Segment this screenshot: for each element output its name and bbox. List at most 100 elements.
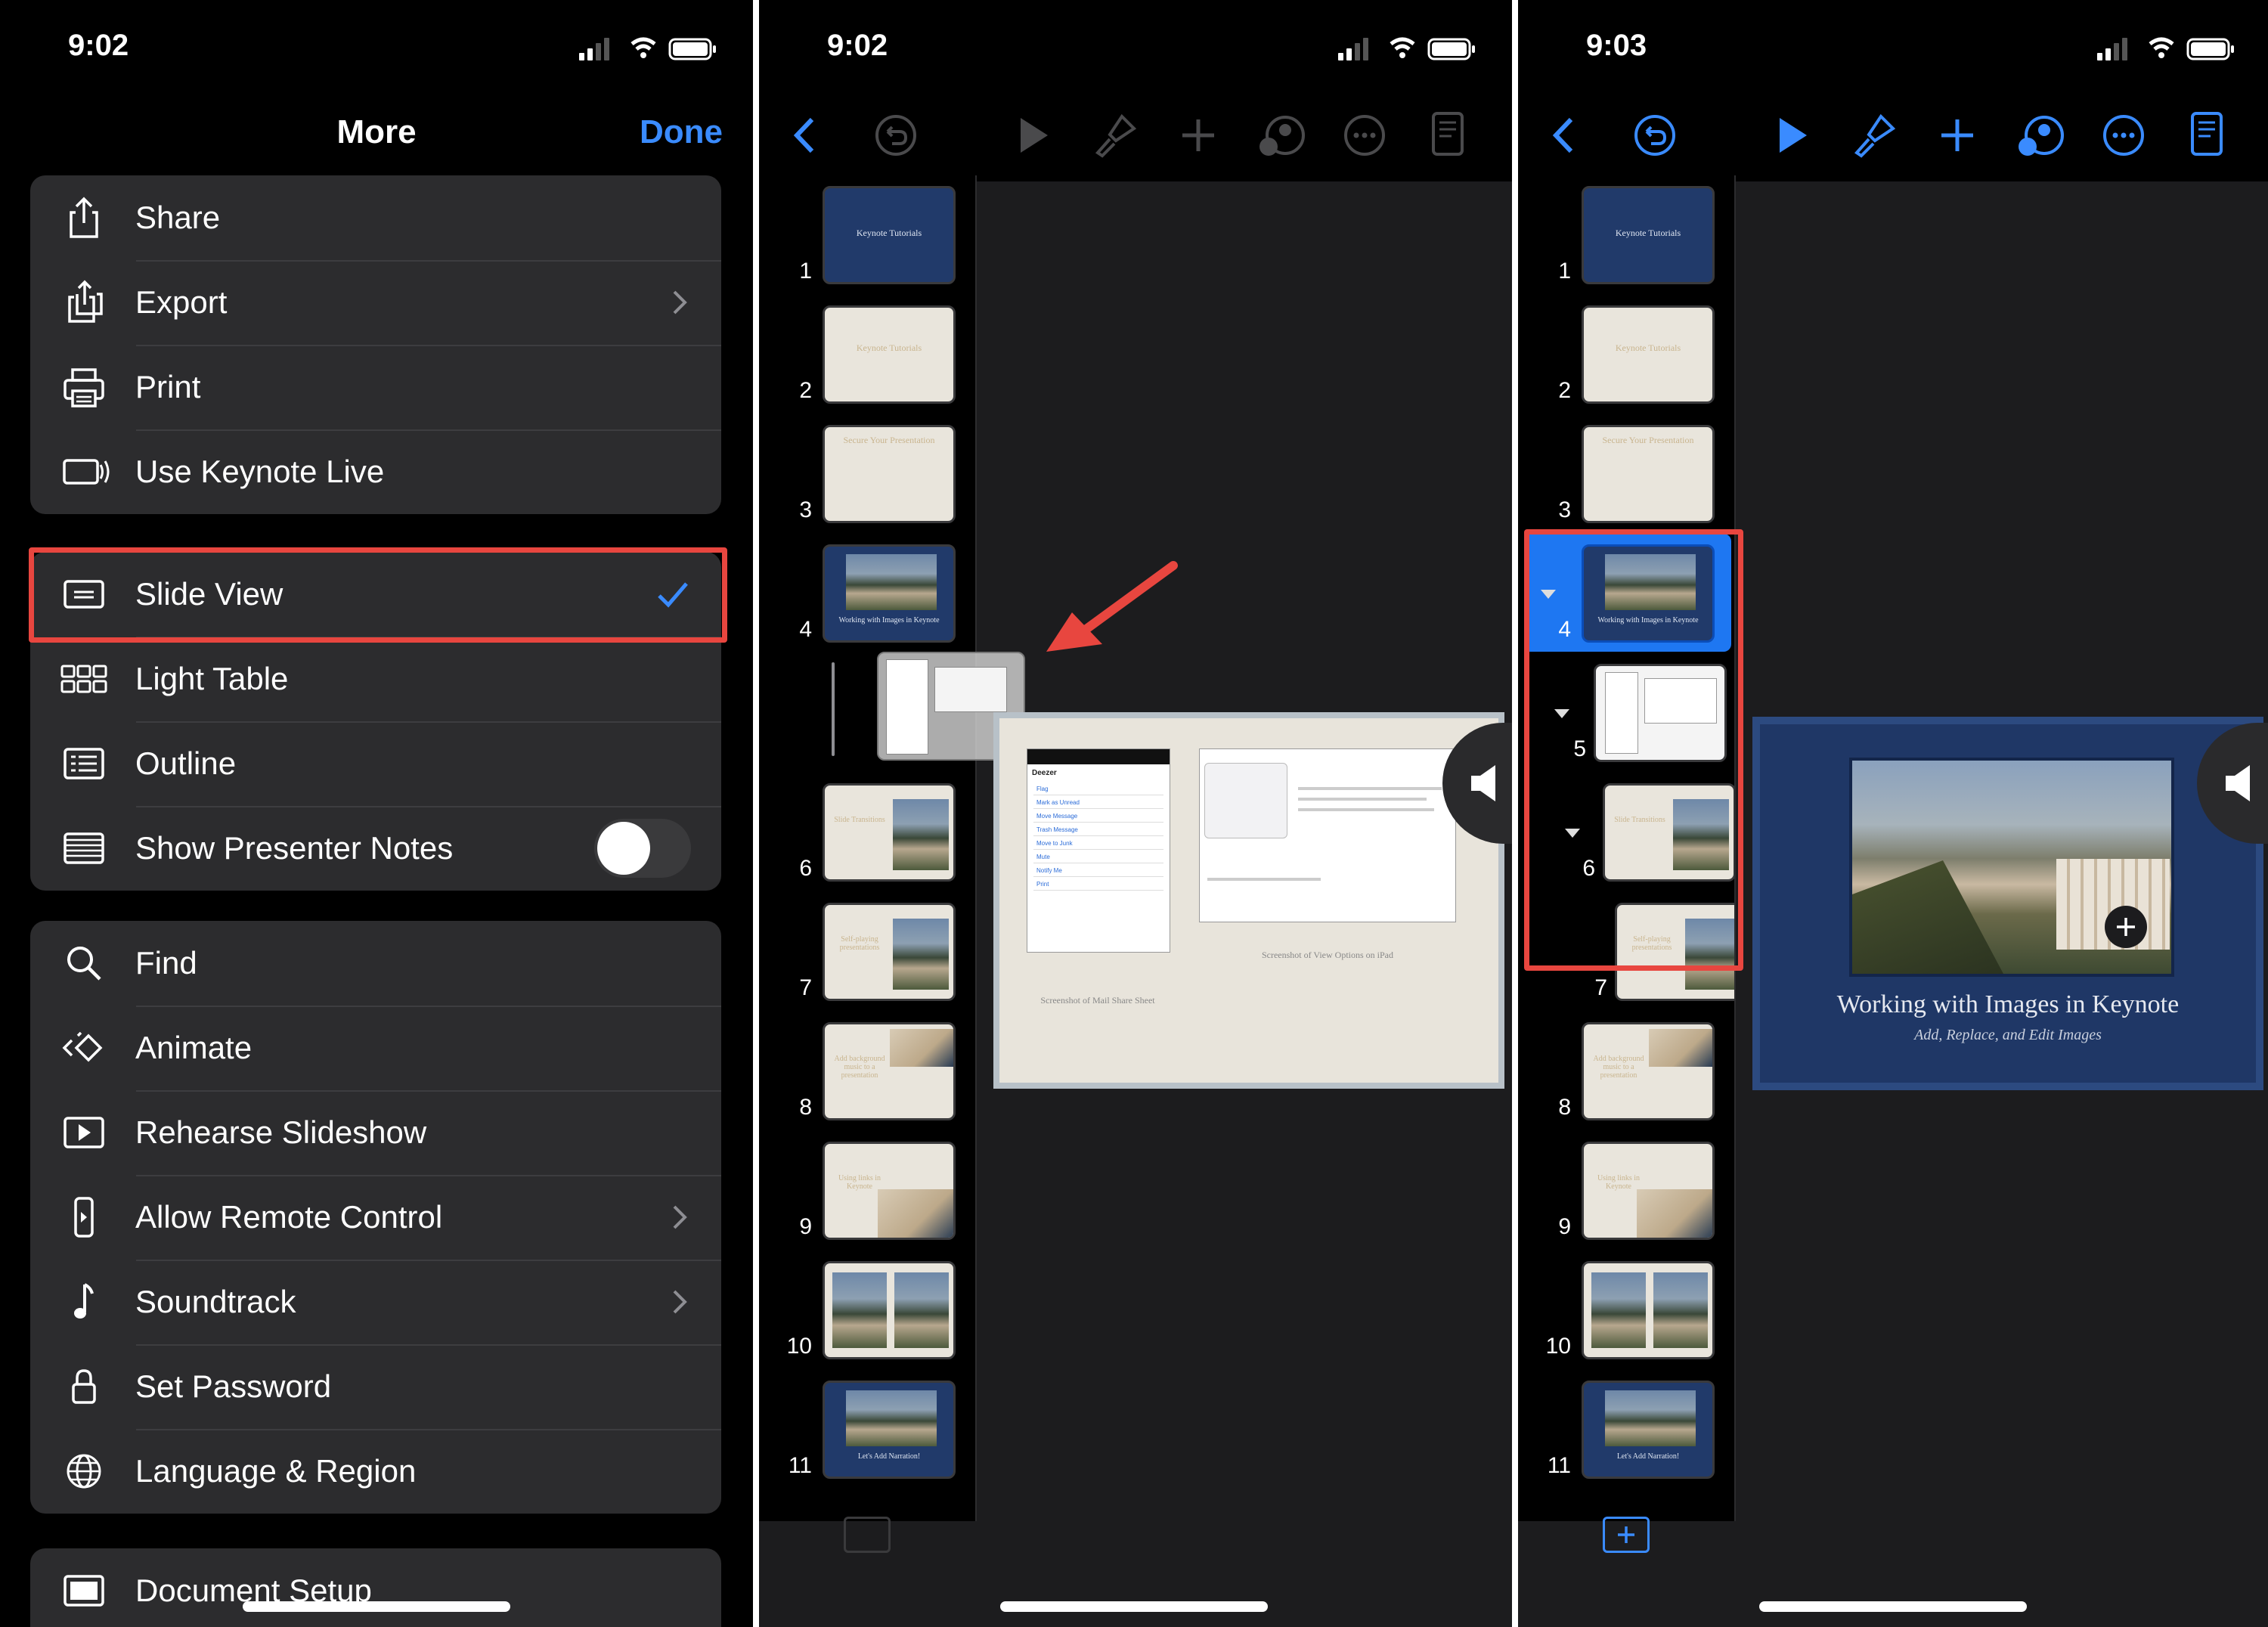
add-slide-button[interactable] bbox=[1603, 1517, 1650, 1553]
mail-action-item: Move Message bbox=[1033, 810, 1163, 823]
highlight-box bbox=[29, 547, 727, 643]
toolbar bbox=[759, 106, 1512, 166]
slide-thumbnail[interactable]: Add background music to a presentation bbox=[823, 1022, 956, 1120]
presenter-notes-toggle[interactable] bbox=[594, 819, 691, 878]
slide-thumbnail[interactable]: Keynote Tutorials bbox=[1582, 186, 1715, 284]
divider bbox=[975, 175, 977, 1521]
undo-icon[interactable] bbox=[869, 109, 922, 162]
mail-action-item: Flag bbox=[1033, 783, 1163, 795]
slide-caption-right: Screenshot of View Options on iPad bbox=[1261, 950, 1394, 960]
slide-thumbnail[interactable] bbox=[1582, 1261, 1715, 1359]
slide-thumbnail[interactable]: Keynote Tutorials bbox=[1582, 305, 1715, 404]
mail-action-item: Trash Message bbox=[1033, 824, 1163, 836]
slide-thumbnail[interactable]: Working with Images in Keynote bbox=[823, 544, 956, 643]
plus-icon[interactable] bbox=[1172, 109, 1225, 162]
lock-icon bbox=[72, 1369, 96, 1404]
add-slide-button[interactable] bbox=[844, 1517, 891, 1553]
slide-subtitle: Add, Replace, and Edit Images bbox=[1914, 1027, 2102, 1043]
menu-item-allow-remote-control[interactable]: Allow Remote Control bbox=[30, 1175, 721, 1260]
slide-canvas[interactable]: Deezer Flag Mark as Unread Move Message Tra… bbox=[993, 712, 1504, 1089]
slide-thumbnail[interactable]: Keynote Tutorials bbox=[823, 186, 956, 284]
thumb-photo bbox=[846, 1390, 937, 1446]
back-chevron-icon[interactable] bbox=[779, 109, 832, 162]
more-ellipsis-icon[interactable] bbox=[1338, 109, 1391, 162]
thumb-title: Keynote Tutorials bbox=[856, 228, 922, 238]
slide-navigator[interactable]: Keynote Tutorials 1 Keynote Tutorials 2 Secu… bbox=[759, 175, 975, 1521]
menu-item-find[interactable]: Find bbox=[30, 921, 721, 1006]
menu-item-use-keynote-live[interactable]: Use Keynote Live bbox=[30, 429, 721, 514]
thumb-photo bbox=[893, 799, 949, 870]
format-brush-icon[interactable] bbox=[1089, 109, 1142, 162]
menu-item-share[interactable]: Share bbox=[30, 175, 721, 260]
thumb-title: Add background music to a presentation bbox=[834, 1055, 885, 1080]
slide-thumbnail[interactable]: Let's Add Narration! bbox=[1582, 1381, 1715, 1479]
mail-action-item: Mark as Unread bbox=[1033, 797, 1163, 809]
remote-icon bbox=[74, 1197, 94, 1238]
menu-item-label: Rehearse Slideshow bbox=[135, 1114, 427, 1150]
status-bar-icons bbox=[2097, 37, 2234, 60]
menu-item-export[interactable]: Export bbox=[30, 260, 721, 345]
thumb-photo bbox=[1637, 1189, 1712, 1238]
collaborate-icon[interactable] bbox=[2014, 109, 2067, 162]
undo-icon[interactable] bbox=[1628, 109, 1681, 162]
slide-thumbnail[interactable]: Secure Your Presentation bbox=[823, 425, 956, 523]
menu-item-animate[interactable]: Animate bbox=[30, 1006, 721, 1090]
slide-thumbnail[interactable] bbox=[823, 1261, 956, 1359]
menu-item-rehearse-slideshow[interactable]: Rehearse Slideshow bbox=[30, 1090, 721, 1175]
thumb-photo bbox=[832, 1272, 887, 1348]
slide-number: 11 bbox=[788, 1453, 812, 1478]
slide-number: 1 bbox=[1558, 259, 1571, 284]
export-icon bbox=[68, 280, 103, 323]
slide-thumbnail[interactable]: Add background music to a presentation bbox=[1582, 1022, 1715, 1120]
slide-canvas[interactable]: Working with Images in Keynote Add, Repl… bbox=[1752, 717, 2263, 1090]
play-icon[interactable] bbox=[1005, 109, 1058, 162]
thumb-title: Add background music to a presentation bbox=[1593, 1055, 1644, 1080]
slide-thumbnail[interactable]: Let's Add Narration! bbox=[823, 1381, 956, 1479]
slide-thumbnail[interactable]: Keynote Tutorials bbox=[823, 305, 956, 404]
slide-thumbnail[interactable]: Secure Your Presentation bbox=[1582, 425, 1715, 523]
view-options-popover bbox=[1204, 763, 1287, 838]
animate-icon bbox=[62, 1031, 103, 1062]
thumb-photo bbox=[1649, 1029, 1712, 1067]
play-icon[interactable] bbox=[1765, 109, 1817, 162]
menu-item-label: Animate bbox=[135, 1030, 253, 1065]
add-media-button[interactable] bbox=[2105, 906, 2147, 948]
status-bar-icons bbox=[579, 37, 716, 60]
outline-icon bbox=[64, 748, 104, 779]
thumb-title: Secure Your Presentation bbox=[843, 435, 935, 445]
slide-thumbnail[interactable]: Self-playing presentations bbox=[823, 903, 956, 1001]
slide-thumbnail[interactable]: Using links in Keynote bbox=[1582, 1142, 1715, 1240]
menu-item-outline[interactable]: Outline bbox=[30, 721, 721, 806]
done-button[interactable]: Done bbox=[640, 113, 723, 151]
collaborate-icon[interactable] bbox=[1255, 109, 1308, 162]
menu-item-document-setup[interactable]: Document Setup bbox=[30, 1548, 721, 1627]
format-brush-icon[interactable] bbox=[1848, 109, 1901, 162]
menu-item-language-region[interactable]: Language & Region bbox=[30, 1429, 721, 1514]
menu-item-label: Language & Region bbox=[135, 1453, 417, 1489]
thumb-title: Working with Images in Keynote bbox=[838, 616, 940, 624]
more-ellipsis-icon[interactable] bbox=[2097, 109, 2150, 162]
presenter-view-icon[interactable] bbox=[2180, 109, 2233, 162]
chevron-right-icon bbox=[673, 1205, 687, 1229]
slide-number: 10 bbox=[1545, 1334, 1571, 1359]
slide-caption-left: Screenshot of Mail Share Sheet bbox=[1040, 995, 1155, 1006]
menu-item-set-password[interactable]: Set Password bbox=[30, 1344, 721, 1429]
home-indicator bbox=[1000, 1601, 1268, 1612]
thumb-title: Secure Your Presentation bbox=[1602, 435, 1694, 445]
thumb-title: Let's Add Narration! bbox=[1616, 1452, 1680, 1461]
back-chevron-icon[interactable] bbox=[1538, 109, 1591, 162]
plus-icon bbox=[2117, 918, 2135, 936]
chevron-right-icon bbox=[673, 290, 687, 315]
plus-icon[interactable] bbox=[1931, 109, 1984, 162]
menu-item-print[interactable]: Print bbox=[30, 345, 721, 429]
menu-item-show-presenter-notes: Show Presenter Notes bbox=[30, 806, 721, 891]
menu-item-label: Light Table bbox=[135, 661, 289, 696]
menu-item-soundtrack[interactable]: Soundtrack bbox=[30, 1260, 721, 1344]
slide-title: Working with Images in Keynote bbox=[1836, 990, 2180, 1018]
menu-item-light-table[interactable]: Light Table bbox=[30, 637, 721, 721]
menu-item-label: Set Password bbox=[135, 1368, 332, 1404]
slide-thumbnail[interactable]: Using links in Keynote bbox=[823, 1142, 956, 1240]
slide-thumbnail[interactable]: Slide Transitions bbox=[823, 783, 956, 882]
presenter-view-icon[interactable] bbox=[1421, 109, 1474, 162]
thumb-title: Self-playing presentations bbox=[839, 935, 880, 952]
